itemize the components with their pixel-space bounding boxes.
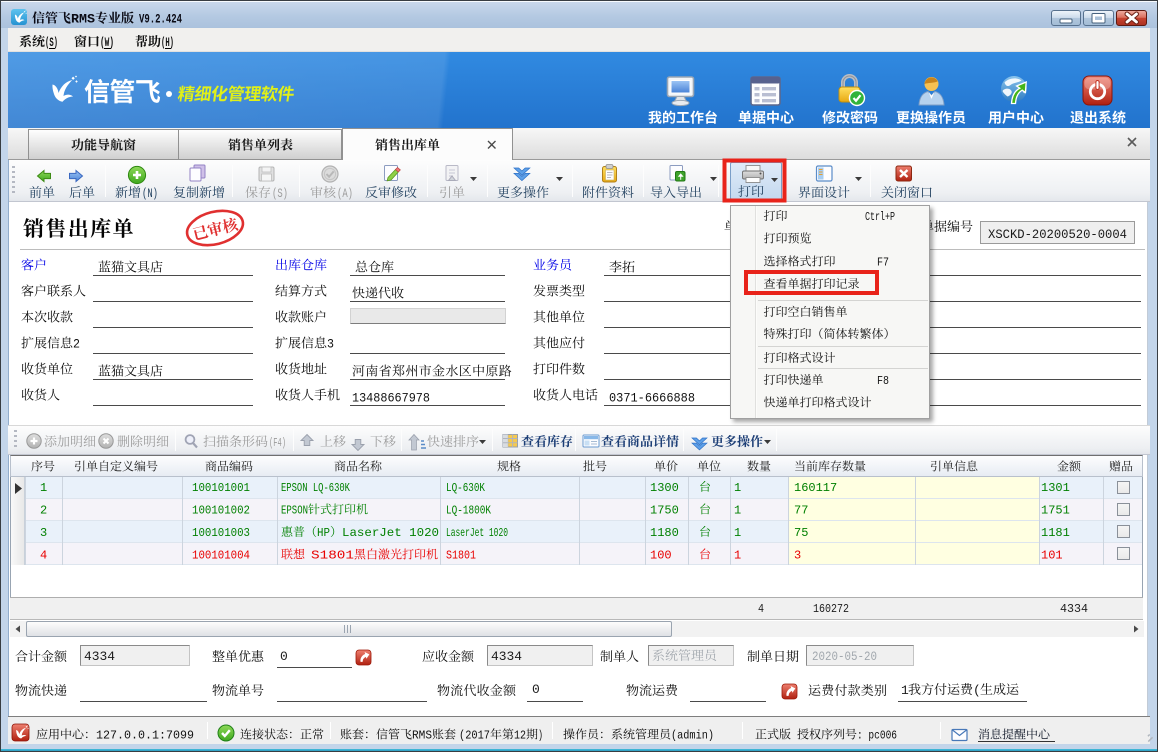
svg-text:Ctrl+P: Ctrl+P — [865, 210, 895, 224]
svg-text:F8: F8 — [877, 374, 889, 388]
svg-text:F7: F7 — [877, 256, 889, 270]
